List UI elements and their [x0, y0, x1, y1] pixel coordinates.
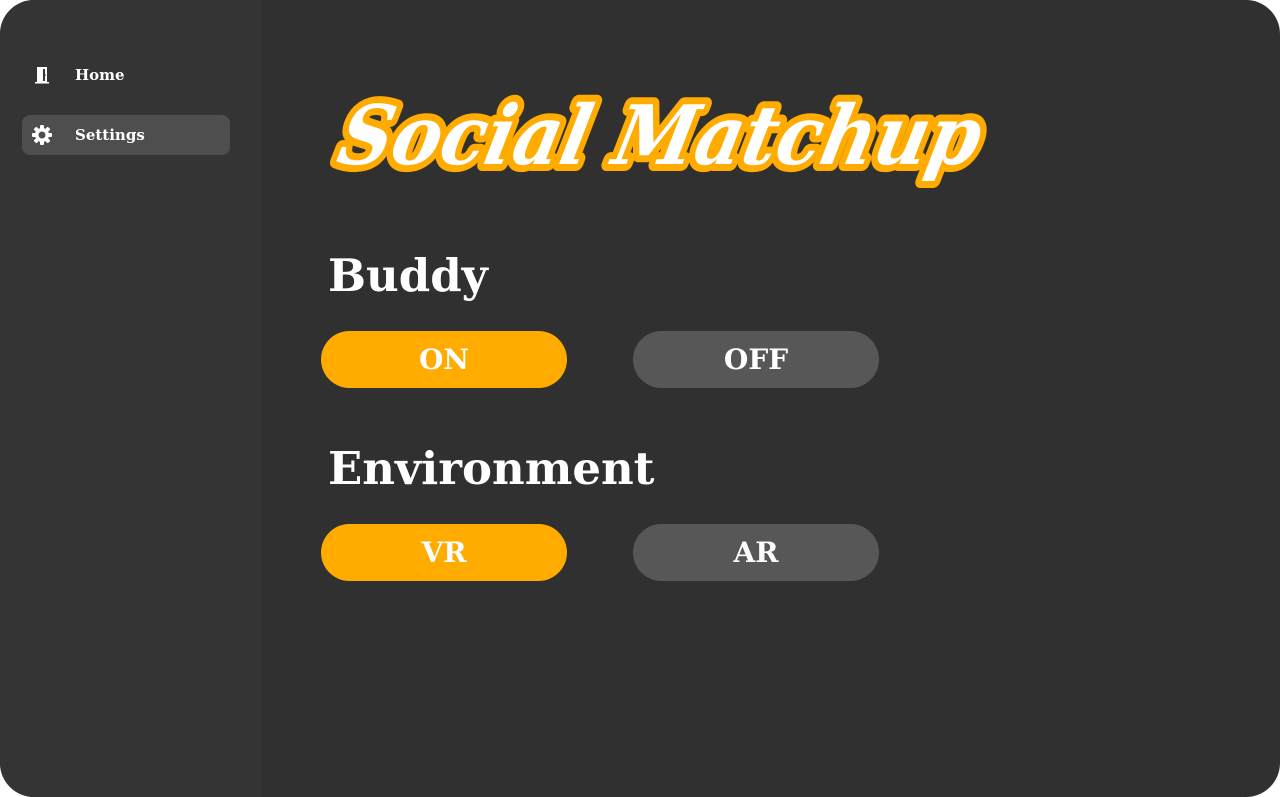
gear-icon [31, 124, 53, 146]
sidebar-item-home[interactable]: Home [22, 55, 230, 95]
app-logo: Social Matchup [324, 80, 999, 191]
buddy-on-button[interactable]: ON [321, 331, 567, 388]
environment-label: Environment [328, 442, 655, 495]
sidebar: Home Settings [0, 0, 261, 797]
door-icon [31, 64, 53, 86]
environment-vr-button[interactable]: VR [321, 524, 567, 581]
buddy-off-button[interactable]: OFF [633, 331, 879, 388]
sidebar-item-settings[interactable]: Settings [22, 115, 230, 155]
app-title: Social Matchup [331, 87, 992, 184]
sidebar-item-label: Home [75, 66, 125, 84]
buddy-label: Buddy [328, 249, 488, 302]
sidebar-item-label: Settings [75, 126, 145, 144]
environment-ar-button[interactable]: AR [633, 524, 879, 581]
app-window: Home Settings Social Matchup Buddy ON OF… [0, 0, 1280, 797]
